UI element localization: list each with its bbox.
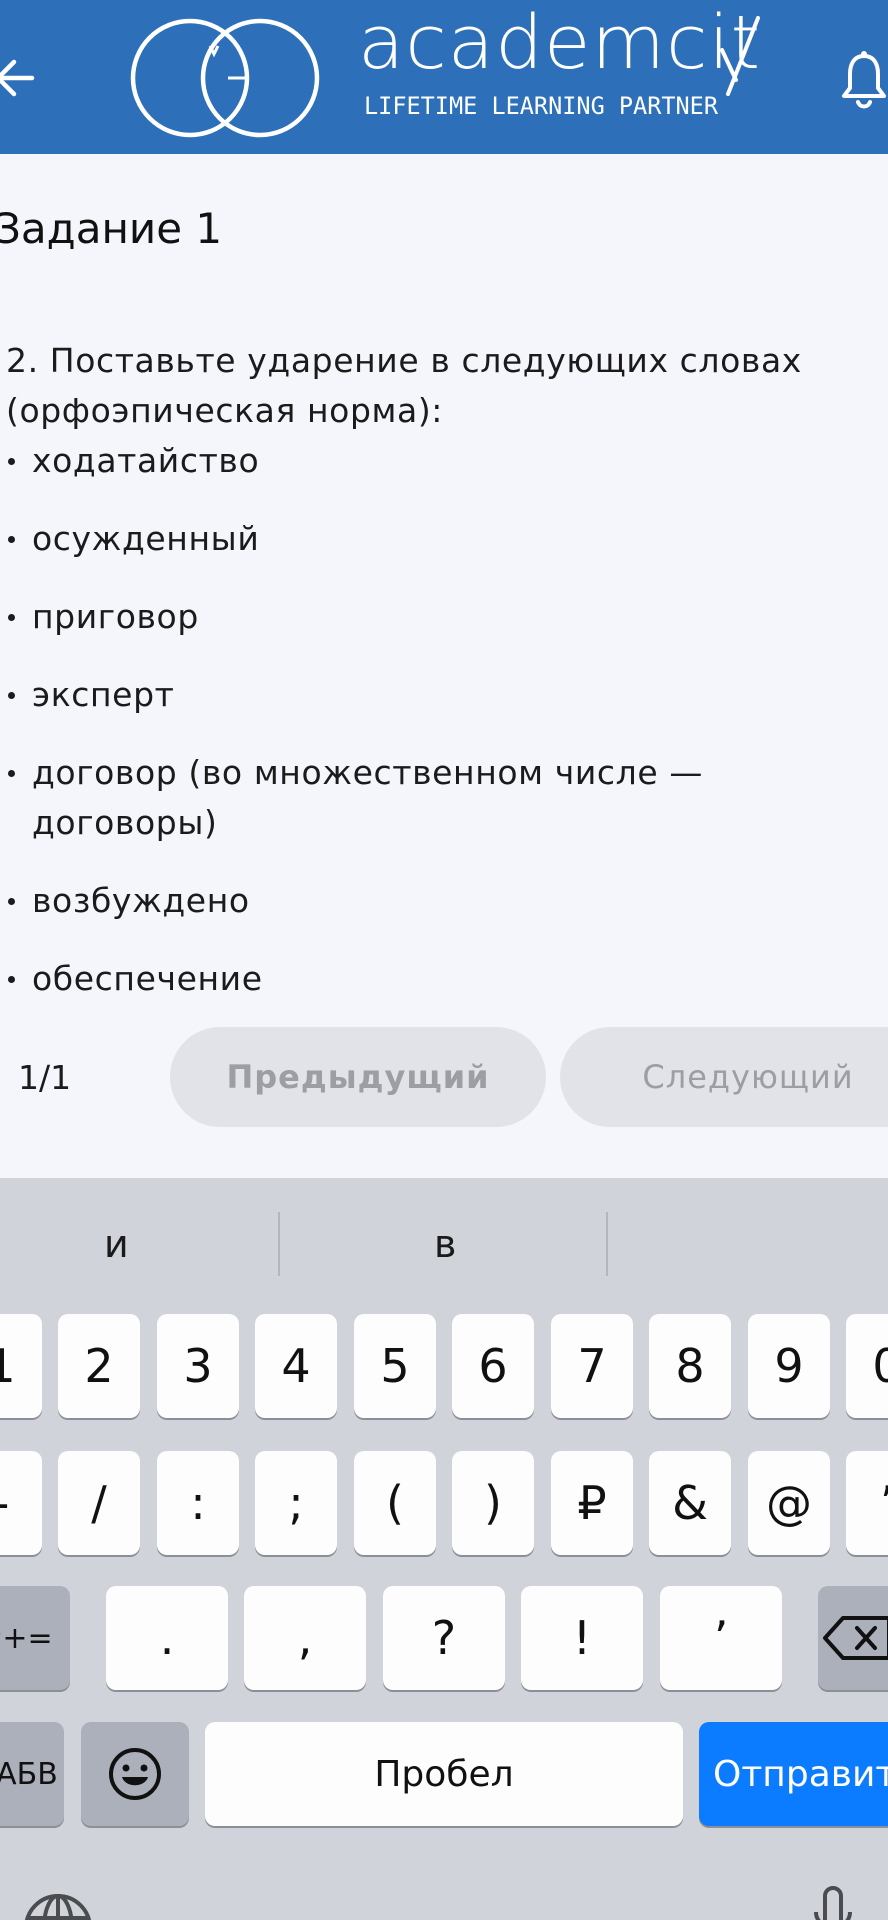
key-7[interactable]: 7 <box>551 1314 633 1418</box>
brand-tagline: LIFETIME LEARNING PARTNER <box>364 92 719 120</box>
key-ruble[interactable]: ₽ <box>551 1451 633 1555</box>
key-at[interactable]: @ <box>748 1451 830 1555</box>
key-1[interactable]: 1 <box>0 1314 42 1418</box>
key-colon[interactable]: : <box>157 1451 239 1555</box>
backspace-key[interactable] <box>818 1586 888 1690</box>
bullet <box>8 898 15 905</box>
screen: academcit LIFETIME LEARNING PARTNER Зада… <box>0 0 888 1920</box>
key-minus[interactable]: - <box>0 1451 42 1555</box>
bell-icon <box>842 51 886 109</box>
emoji-key[interactable] <box>81 1722 189 1826</box>
microphone-icon[interactable] <box>808 1882 858 1920</box>
word-list: ходатайство осужденный приговор эксперт … <box>0 436 860 1032</box>
onscreen-keyboard: и в 1 2 3 4 5 6 7 8 9 0 - / : ; ( ) ₽ & … <box>0 1178 888 1920</box>
notifications-button[interactable] <box>840 50 888 112</box>
brand-y-stroke <box>720 16 760 96</box>
brand-name: academcit <box>358 0 762 86</box>
smiley-icon <box>109 1748 161 1800</box>
suggestion-divider <box>606 1212 608 1276</box>
key-open-paren[interactable]: ( <box>354 1451 436 1555</box>
back-button[interactable] <box>0 54 40 102</box>
key-0[interactable]: 0 <box>846 1314 888 1418</box>
suggestion-item[interactable]: и <box>104 1222 129 1266</box>
key-semicolon[interactable]: ; <box>255 1451 337 1555</box>
suggestion-bar: и в <box>0 1178 888 1312</box>
two-rings-logo <box>130 18 320 138</box>
next-button[interactable]: Следующий <box>560 1027 888 1127</box>
key-apostrophe[interactable]: ’ <box>846 1451 888 1555</box>
previous-button[interactable]: Предыдущий <box>170 1027 546 1127</box>
bullet <box>8 458 15 465</box>
key-ampersand[interactable]: & <box>649 1451 731 1555</box>
list-item: ходатайство <box>0 436 860 486</box>
list-item: приговор <box>0 592 860 642</box>
key-comma[interactable]: , <box>244 1586 366 1690</box>
page-counter: 1/1 <box>18 1058 72 1097</box>
list-item: осужденный <box>0 514 860 564</box>
app-header: academcit LIFETIME LEARNING PARTNER <box>0 0 888 154</box>
key-3[interactable]: 3 <box>157 1314 239 1418</box>
space-key[interactable]: Пробел <box>205 1722 683 1826</box>
key-9[interactable]: 9 <box>748 1314 830 1418</box>
task-title: Задание 1 <box>0 204 223 253</box>
key-exclamation[interactable]: ! <box>521 1586 643 1690</box>
arrow-left-icon <box>0 59 35 97</box>
key-question[interactable]: ? <box>383 1586 505 1690</box>
key-slash[interactable]: / <box>58 1451 140 1555</box>
bullet <box>8 692 15 699</box>
key-close-paren[interactable]: ) <box>452 1451 534 1555</box>
list-item: обеспечение <box>0 954 860 1004</box>
key-more-symbols[interactable]: #+= <box>0 1586 70 1690</box>
backspace-icon <box>823 1616 888 1660</box>
globe-icon[interactable] <box>22 1892 94 1920</box>
key-apostrophe-2[interactable]: ’ <box>660 1586 782 1690</box>
key-period[interactable]: . <box>106 1586 228 1690</box>
bullet <box>8 770 15 777</box>
key-letters[interactable]: АБВ <box>0 1722 64 1826</box>
bullet <box>8 976 15 983</box>
bullet <box>8 536 15 543</box>
key-8[interactable]: 8 <box>649 1314 731 1418</box>
key-5[interactable]: 5 <box>354 1314 436 1418</box>
key-4[interactable]: 4 <box>255 1314 337 1418</box>
key-2[interactable]: 2 <box>58 1314 140 1418</box>
key-6[interactable]: 6 <box>452 1314 534 1418</box>
bullet <box>8 614 15 621</box>
send-key[interactable]: Отправить <box>699 1722 888 1826</box>
suggestion-divider <box>278 1212 280 1276</box>
suggestion-item[interactable]: в <box>434 1222 456 1266</box>
question-text: 2. Поставьте ударение в следующих словах… <box>6 341 802 430</box>
list-item: эксперт <box>0 670 860 720</box>
list-item: возбуждено <box>0 876 860 926</box>
list-item: договор (во множественном числе — догово… <box>0 748 860 848</box>
